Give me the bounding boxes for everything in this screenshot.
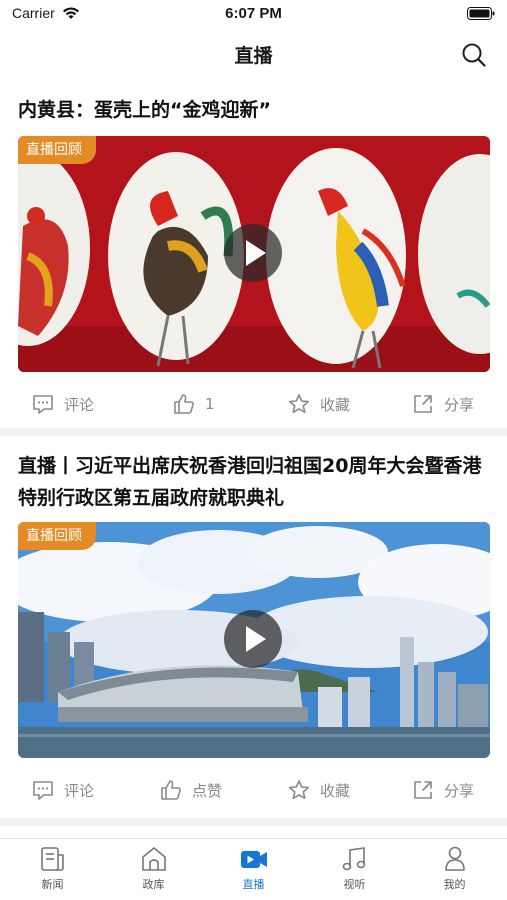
play-button[interactable] [224,610,282,668]
battery-icon [467,7,495,20]
card-title[interactable]: 内黄县：蛋壳上的“金鸡迎新” [18,94,490,126]
comment-button[interactable]: 评论 [32,384,94,424]
card-actions: 评论 点赞 收藏 分享 [18,770,490,810]
card-divider [0,818,507,826]
tab-label: 新闻 [41,878,64,891]
profile-icon [444,846,465,871]
replay-badge: 直播回顾 [18,522,96,550]
comment-label: 评论 [64,395,95,414]
live-card: 直播丨习近平出席庆祝香港回归祖国20周年大会暨香港特别行政区第五届政府就职典礼 [0,436,507,826]
nav-bar: 直播 [0,28,507,78]
library-icon [141,847,166,871]
star-icon [289,780,309,800]
favorite-button[interactable]: 收藏 [288,384,350,424]
share-button[interactable]: 分享 [412,770,474,810]
tab-library[interactable]: 政库 [103,845,204,897]
like-button[interactable]: 点赞 [160,770,222,810]
star-icon [289,394,309,414]
tab-bar: 新闻 政库 直播 视听 我的 [0,838,507,900]
comment-icon [33,781,53,800]
favorite-label: 收藏 [320,781,351,800]
share-label: 分享 [444,395,475,414]
card-actions: 评论 1 收藏 分享 [18,384,490,424]
tab-audio-video[interactable]: 视听 [304,845,405,897]
video-thumbnail[interactable]: 直播回顾 [18,522,490,758]
tab-news[interactable]: 新闻 [2,845,103,897]
play-button[interactable] [224,224,282,282]
thumbs-up-icon [161,780,181,800]
share-label: 分享 [444,781,475,800]
comment-button[interactable]: 评论 [32,770,94,810]
tab-label: 政库 [142,878,165,891]
music-icon [342,847,365,871]
play-icon [246,240,266,266]
favorite-button[interactable]: 收藏 [288,770,350,810]
comment-icon [33,395,53,414]
like-label: 点赞 [192,781,223,800]
status-time: 6:07 PM [225,5,282,22]
card-divider [0,428,507,436]
search-icon[interactable] [461,42,487,68]
card-title[interactable]: 直播丨习近平出席庆祝香港回归祖国20周年大会暨香港特别行政区第五届政府就职典礼 [18,450,490,514]
live-video-icon [240,851,267,868]
share-button[interactable]: 分享 [412,384,474,424]
thumbs-up-icon [174,394,194,414]
page-title: 直播 [234,45,273,67]
share-icon [414,395,432,413]
like-label: 1 [205,395,215,413]
share-icon [414,781,432,799]
live-card: 内黄县：蛋壳上的“金鸡迎新” 直播回顾 评论 1 收藏 分享 [0,78,507,436]
news-icon [40,847,64,871]
tab-live[interactable]: 直播 [203,845,304,897]
tab-profile[interactable]: 我的 [404,845,505,897]
tab-label: 直播 [242,878,265,891]
replay-badge: 直播回顾 [18,136,96,164]
video-thumbnail[interactable]: 直播回顾 [18,136,490,372]
status-bar: Carrier 6:07 PM [0,0,507,28]
tab-label: 视听 [343,878,366,891]
like-button[interactable]: 1 [173,384,215,424]
play-icon [246,626,266,652]
tab-label: 我的 [443,878,466,891]
live-feed[interactable]: 内黄县：蛋壳上的“金鸡迎新” 直播回顾 评论 1 收藏 分享 直播丨习近平出席庆… [0,78,507,838]
favorite-label: 收藏 [320,395,351,414]
comment-label: 评论 [64,781,95,800]
